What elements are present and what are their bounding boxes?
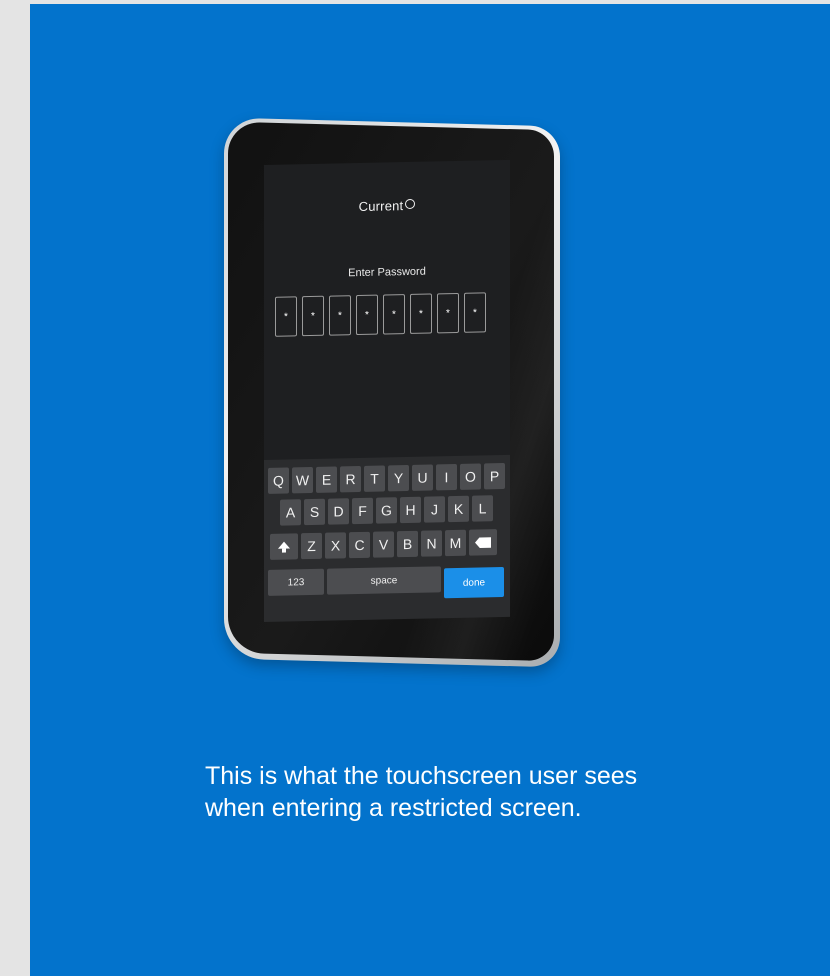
key-s[interactable]: S bbox=[304, 498, 325, 526]
key-b[interactable]: B bbox=[397, 530, 418, 558]
keyboard-row-2: A S D F G H J K L bbox=[280, 495, 493, 526]
password-char-6[interactable]: * bbox=[410, 293, 432, 334]
shift-key[interactable] bbox=[270, 533, 298, 560]
key-j[interactable]: J bbox=[424, 496, 445, 523]
key-o[interactable]: O bbox=[460, 463, 481, 490]
password-char-2[interactable]: * bbox=[302, 295, 324, 337]
key-n[interactable]: N bbox=[421, 530, 442, 557]
key-v[interactable]: V bbox=[373, 531, 394, 558]
space-key[interactable]: space bbox=[327, 566, 441, 595]
key-r[interactable]: R bbox=[340, 465, 361, 493]
password-char-5[interactable]: * bbox=[383, 294, 405, 335]
key-u[interactable]: U bbox=[412, 464, 433, 491]
brand-name: Current bbox=[358, 198, 404, 215]
password-input[interactable]: * * * * * * * * bbox=[275, 292, 486, 337]
caption-text: This is what the touchscreen user sees w… bbox=[205, 762, 638, 822]
keyboard-row-3: Z X C V B N M bbox=[270, 529, 497, 560]
brand-logo: Current bbox=[264, 196, 510, 216]
numbers-key[interactable]: 123 bbox=[268, 568, 324, 596]
key-c[interactable]: C bbox=[349, 531, 370, 559]
key-m[interactable]: M bbox=[445, 529, 466, 557]
key-q[interactable]: Q bbox=[268, 467, 289, 494]
key-l[interactable]: L bbox=[472, 495, 493, 522]
password-char-8[interactable]: * bbox=[464, 292, 486, 333]
key-d[interactable]: D bbox=[328, 498, 349, 525]
password-char-3[interactable]: * bbox=[329, 295, 351, 336]
key-h[interactable]: H bbox=[400, 496, 421, 524]
keyboard-row-4: 123 space done bbox=[268, 565, 504, 602]
backspace-icon bbox=[475, 537, 491, 548]
key-i[interactable]: I bbox=[436, 463, 457, 491]
onscreen-keyboard: Q W E R T Y U I O P A S D F G H J K L Z bbox=[264, 454, 510, 622]
shift-arrow-icon bbox=[278, 540, 290, 549]
key-w[interactable]: W bbox=[292, 466, 313, 494]
password-char-1[interactable]: * bbox=[275, 296, 297, 337]
key-g[interactable]: G bbox=[376, 497, 397, 524]
key-f[interactable]: F bbox=[352, 497, 373, 525]
key-p[interactable]: P bbox=[484, 462, 505, 490]
password-char-7[interactable]: * bbox=[437, 292, 459, 334]
enter-password-label: Enter Password bbox=[348, 265, 426, 280]
key-e[interactable]: E bbox=[316, 466, 337, 493]
key-x[interactable]: X bbox=[325, 532, 346, 559]
backspace-key[interactable] bbox=[469, 529, 497, 556]
password-char-4[interactable]: * bbox=[356, 294, 378, 336]
done-button[interactable]: done bbox=[444, 566, 504, 599]
key-a[interactable]: A bbox=[280, 499, 301, 526]
brand-mark-icon bbox=[405, 198, 416, 210]
key-y[interactable]: Y bbox=[388, 464, 409, 492]
touchscreen: Current Enter Password * * * * * * * * Q… bbox=[264, 159, 510, 622]
keyboard-row-1: Q W E R T Y U I O P bbox=[268, 462, 505, 494]
key-k[interactable]: K bbox=[448, 495, 469, 523]
key-t[interactable]: T bbox=[364, 465, 385, 492]
key-z[interactable]: Z bbox=[301, 532, 322, 560]
